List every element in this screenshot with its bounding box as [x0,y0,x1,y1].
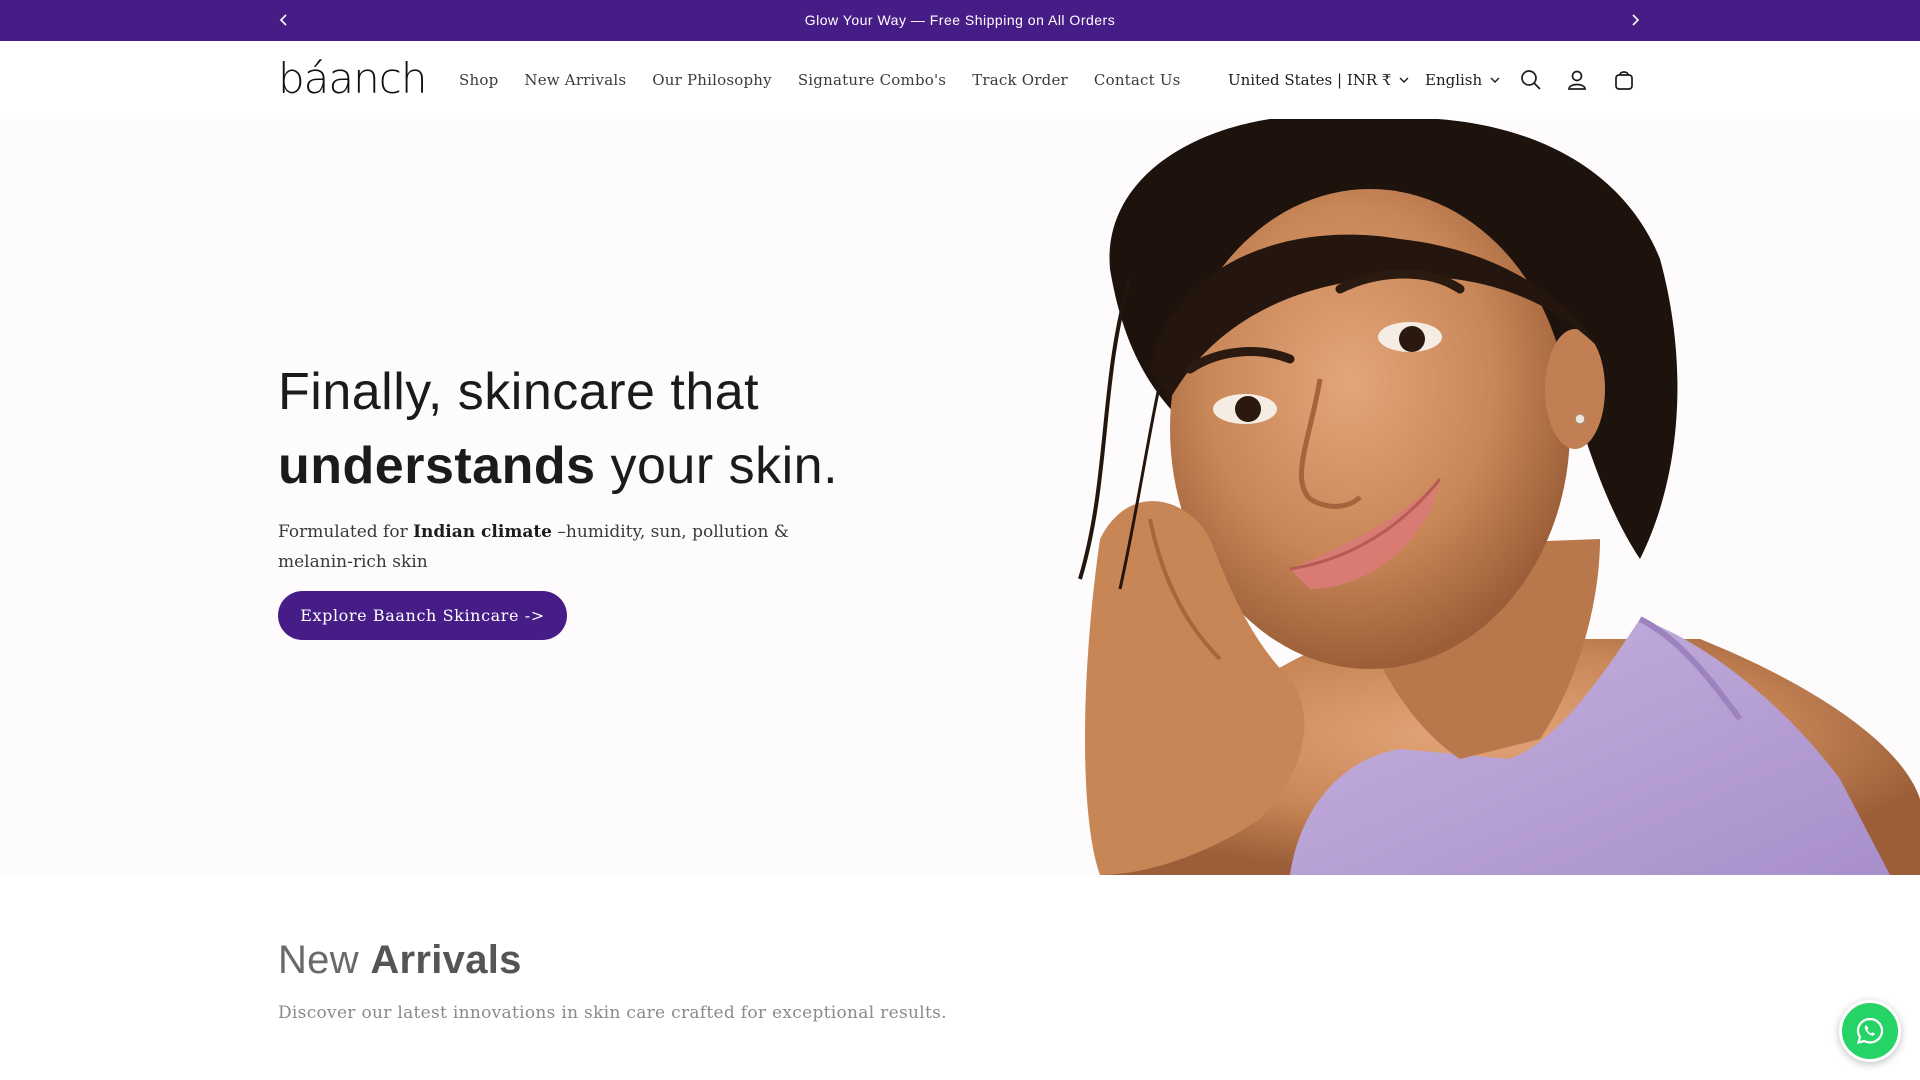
explore-skincare-button[interactable]: Explore Baanch Skincare -> [278,591,567,640]
nav-contact-us[interactable]: Contact Us [1094,71,1181,89]
hero-title-line1: Finally, skincare that [278,363,760,421]
whatsapp-chat-button[interactable] [1839,1000,1901,1062]
announcement-bar: Glow Your Way — Free Shipping on All Ord… [0,0,1920,41]
hero-title-bold: understands [278,437,596,495]
chevron-right-icon [1632,14,1640,26]
nav-shop[interactable]: Shop [459,71,498,89]
language-selector-label: English [1425,71,1483,89]
nav-track-order[interactable]: Track Order [972,71,1068,89]
nav-our-philosophy[interactable]: Our Philosophy [652,71,772,89]
new-arrivals-heading-bold: Arrivals [370,938,522,982]
hero-title-rest: your skin. [595,437,839,495]
country-selector-label: United States | INR ₹ [1228,71,1392,89]
hero-subtitle-pre: Formulated for [278,522,414,542]
main-nav: Shop New Arrivals Our Philosophy Signatu… [459,41,1181,119]
cart-button[interactable] [1611,67,1637,93]
account-button[interactable] [1564,67,1590,93]
hero-section: Finally, skincare that understands your … [0,119,1920,875]
language-selector[interactable]: English [1425,41,1500,119]
cart-icon [1615,71,1633,90]
new-arrivals-section: New Arrivals Discover our latest innovat… [278,938,1578,1023]
announcement-next-button[interactable] [1623,8,1647,32]
hero-title: Finally, skincare that understands your … [278,355,878,503]
search-icon [1521,70,1541,90]
hero-model-image [1040,119,1920,875]
account-icon [1568,70,1586,90]
search-button[interactable] [1518,67,1544,93]
whatsapp-icon [1856,1017,1884,1045]
hero-subtitle: Formulated for Indian climate –humidity,… [278,517,858,577]
nav-signature-combos[interactable]: Signature Combo's [798,71,946,89]
new-arrivals-heading: New Arrivals [278,938,1578,983]
new-arrivals-heading-light: New [278,938,371,982]
chevron-down-icon [1399,77,1409,84]
hero-text: Finally, skincare that understands your … [278,355,878,577]
new-arrivals-description: Discover our latest innovations in skin … [278,1003,947,1023]
brand-logo[interactable]: báanch [278,51,427,107]
hero-subtitle-bold: Indian climate [413,522,552,542]
nav-new-arrivals[interactable]: New Arrivals [524,71,626,89]
country-selector[interactable]: United States | INR ₹ [1228,41,1409,119]
site-header: báanch Shop New Arrivals Our Philosophy … [0,41,1920,119]
chevron-down-icon [1490,77,1500,84]
